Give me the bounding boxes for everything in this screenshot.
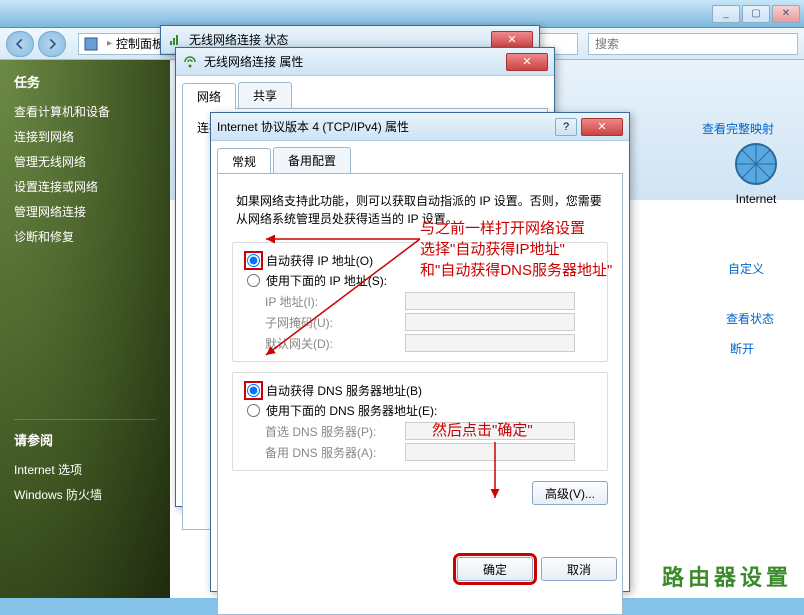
subnet-mask-input [405,313,575,331]
window-titlebar: _ ▢ ✕ [0,0,804,28]
ok-button[interactable]: 确定 [457,557,533,581]
radio-auto-dns-label: 自动获得 DNS 服务器地址(B) [266,382,422,399]
ip-address-label: IP 地址(I): [265,293,405,310]
sidebar-header: 任务 [14,72,156,91]
control-panel-icon [83,36,99,52]
search-input[interactable]: 搜索 [588,33,798,55]
dialog-title: Internet 协议版本 4 (TCP/IPv4) 属性 [217,118,409,135]
sidebar-item[interactable]: 管理无线网络 [14,149,156,174]
dialog-title: 无线网络连接 状态 [189,31,288,48]
dialog-close-button[interactable]: ✕ [581,118,623,136]
forward-button[interactable] [38,31,66,57]
sidebar-item[interactable]: 查看计算机和设备 [14,99,156,124]
radio-manual-ip[interactable] [247,274,260,287]
maximize-button[interactable]: ▢ [742,5,770,23]
link-customize[interactable]: 自定义 [728,260,764,277]
radio-manual-dns-label: 使用下面的 DNS 服务器地址(E): [266,402,437,419]
tab-sharing[interactable]: 共享 [238,82,292,108]
dialog-tcpip-properties: Internet 协议版本 4 (TCP/IPv4) 属性 ? ✕ 常规 备用配… [210,112,630,592]
advanced-button[interactable]: 高级(V)... [532,481,608,505]
network-label: Internet [732,192,780,206]
dialog-close-button[interactable]: ✕ [491,31,533,49]
back-button[interactable] [6,31,34,57]
sidebar-item[interactable]: 诊断和修复 [14,224,156,249]
radio-manual-ip-label: 使用下面的 IP 地址(S): [266,272,387,289]
sidebar-footer-item[interactable]: Windows 防火墙 [14,482,156,507]
link-view-status[interactable]: 查看状态 [726,310,774,327]
sidebar-footer-item[interactable]: Internet 选项 [14,457,156,482]
cancel-button[interactable]: 取消 [541,557,617,581]
tab-general[interactable]: 常规 [217,148,271,174]
dns-secondary-label: 备用 DNS 服务器(A): [265,444,405,461]
dialog-title: 无线网络连接 属性 [204,53,303,70]
gateway-label: 默认网关(D): [265,335,405,352]
radio-auto-dns[interactable] [247,384,260,397]
gateway-input [405,334,575,352]
wifi-icon [182,54,198,70]
radio-manual-dns[interactable] [247,404,260,417]
link-view-map[interactable]: 查看完整映射 [702,120,774,137]
sidebar-item[interactable]: 管理网络连接 [14,199,156,224]
dns-primary-label: 首选 DNS 服务器(P): [265,423,405,440]
dns-primary-input [405,422,575,440]
subnet-mask-label: 子网掩码(U): [265,314,405,331]
network-icon-block: Internet [732,140,780,206]
globe-icon [732,140,780,188]
sidebar: 任务 查看计算机和设备 连接到网络 管理无线网络 设置连接或网络 管理网络连接 … [0,60,170,598]
tcpip-description: 如果网络支持此功能，则可以获取自动指派的 IP 设置。否则，您需要从网络系统管理… [236,192,604,228]
dialog-close-button[interactable]: ✕ [506,53,548,71]
watermark: 路由器设置 [662,560,792,592]
dialog-help-button[interactable]: ? [555,118,577,136]
tab-network[interactable]: 网络 [182,83,236,109]
link-disconnect[interactable]: 断开 [730,340,754,357]
sidebar-item[interactable]: 设置连接或网络 [14,174,156,199]
sidebar-item[interactable]: 连接到网络 [14,124,156,149]
radio-auto-ip[interactable] [247,254,260,267]
wifi-icon [167,32,183,48]
tab-alternate[interactable]: 备用配置 [273,147,351,173]
sidebar-footer-header: 请参阅 [14,430,156,449]
minimize-button[interactable]: _ [712,5,740,23]
dns-secondary-input [405,443,575,461]
radio-auto-ip-label: 自动获得 IP 地址(O) [266,252,373,269]
ip-address-input [405,292,575,310]
crumb-1[interactable]: 控制面板 [116,35,164,52]
close-button[interactable]: ✕ [772,5,800,23]
